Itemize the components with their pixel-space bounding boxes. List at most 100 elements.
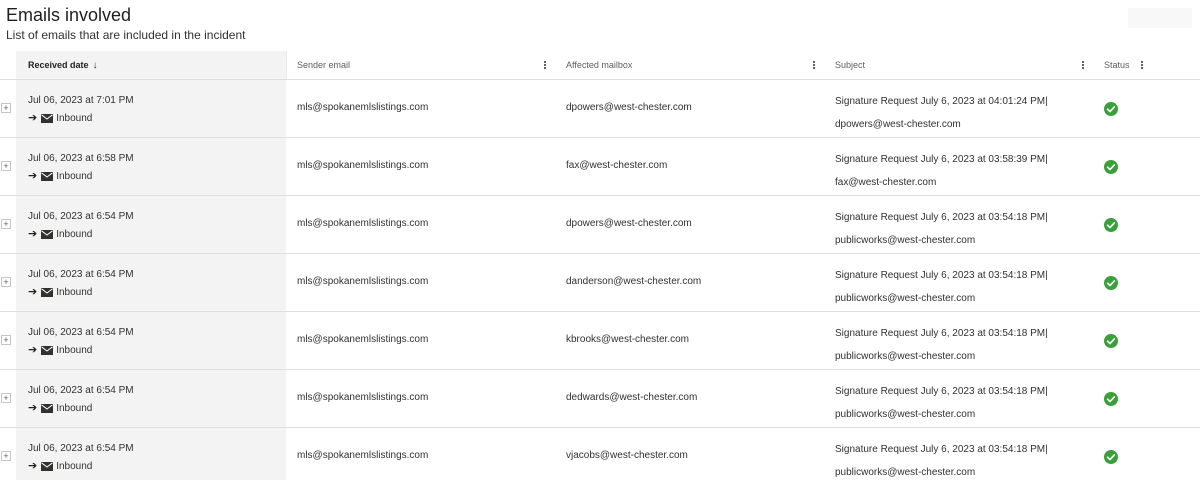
subject: Signature Request July 6, 2023 at 03:54:… bbox=[835, 328, 1048, 362]
mail-icon bbox=[41, 461, 54, 471]
direction: ➔ Inbound bbox=[28, 228, 92, 240]
table-row[interactable]: + Jul 06, 2023 at 6:54 PM ➔ Inbound mls@… bbox=[0, 370, 1200, 428]
affected-mailbox: dedwards@west-chester.com bbox=[566, 392, 698, 403]
emails-table: Received date ↓ Sender email Affected mai… bbox=[0, 51, 1200, 480]
received-date: Jul 06, 2023 at 6:54 PM bbox=[28, 327, 134, 338]
mail-icon bbox=[41, 113, 54, 123]
sender-email: mls@spokanemlslistings.com bbox=[297, 102, 429, 113]
column-header-label: Sender email bbox=[297, 60, 351, 70]
page-subtitle: List of emails that are included in the … bbox=[6, 28, 246, 42]
direction-label: Inbound bbox=[56, 112, 93, 124]
arrow-right-icon: ➔ bbox=[28, 228, 38, 240]
column-menu-icon[interactable] bbox=[1078, 58, 1088, 72]
toolbar-placeholder bbox=[1128, 8, 1192, 28]
direction-label: Inbound bbox=[56, 228, 93, 240]
emails-involved-panel: Emails involved List of emails that are … bbox=[0, 0, 1200, 480]
subject: Signature Request July 6, 2023 at 03:54:… bbox=[835, 444, 1048, 478]
arrow-right-icon: ➔ bbox=[28, 170, 38, 182]
subject: Signature Request July 6, 2023 at 03:58:… bbox=[835, 154, 1048, 188]
subject: Signature Request July 6, 2023 at 03:54:… bbox=[835, 386, 1048, 420]
received-date: Jul 06, 2023 at 7:01 PM bbox=[28, 95, 134, 106]
direction-label: Inbound bbox=[56, 344, 93, 356]
check-circle-icon bbox=[1104, 334, 1118, 348]
subject: Signature Request July 6, 2023 at 03:54:… bbox=[835, 270, 1048, 304]
mail-icon bbox=[41, 403, 54, 413]
received-date: Jul 06, 2023 at 6:58 PM bbox=[28, 153, 134, 164]
affected-mailbox: fax@west-chester.com bbox=[566, 160, 668, 171]
check-circle-icon bbox=[1104, 450, 1118, 464]
sender-email: mls@spokanemlslistings.com bbox=[297, 334, 429, 345]
subject: Signature Request July 6, 2023 at 04:01:… bbox=[835, 96, 1048, 130]
expand-row-icon[interactable]: + bbox=[1, 277, 11, 287]
table-row[interactable]: + Jul 06, 2023 at 6:54 PM ➔ Inbound mls@… bbox=[0, 196, 1200, 254]
affected-mailbox: kbrooks@west-chester.com bbox=[566, 334, 689, 345]
check-circle-icon bbox=[1104, 160, 1118, 174]
affected-mailbox: danderson@west-chester.com bbox=[566, 276, 702, 287]
column-header-subject[interactable]: Subject bbox=[835, 51, 865, 79]
affected-mailbox: dpowers@west-chester.com bbox=[566, 102, 692, 113]
direction-label: Inbound bbox=[56, 286, 93, 298]
direction-label: Inbound bbox=[56, 460, 93, 472]
check-circle-icon bbox=[1104, 276, 1118, 290]
sort-descending-icon[interactable]: ↓ bbox=[93, 60, 98, 71]
direction-label: Inbound bbox=[56, 170, 93, 182]
panel-header: Emails involved List of emails that are … bbox=[6, 4, 245, 42]
direction: ➔ Inbound bbox=[28, 402, 92, 414]
column-header-label: Status bbox=[1104, 60, 1130, 70]
received-date: Jul 06, 2023 at 6:54 PM bbox=[28, 385, 134, 396]
direction-label: Inbound bbox=[56, 402, 93, 414]
column-header-label: Subject bbox=[835, 60, 866, 70]
mail-icon bbox=[41, 171, 54, 181]
expand-row-icon[interactable]: + bbox=[1, 219, 11, 229]
table-header: Received date ↓ Sender email Affected mai… bbox=[0, 51, 1200, 80]
arrow-right-icon: ➔ bbox=[28, 112, 38, 124]
check-circle-icon bbox=[1104, 392, 1118, 406]
sender-email: mls@spokanemlslistings.com bbox=[297, 218, 429, 229]
subject: Signature Request July 6, 2023 at 03:54:… bbox=[835, 212, 1048, 246]
table-row[interactable]: + Jul 06, 2023 at 6:54 PM ➔ Inbound mls@… bbox=[0, 312, 1200, 370]
affected-mailbox: vjacobs@west-chester.com bbox=[566, 450, 688, 461]
direction: ➔ Inbound bbox=[28, 112, 92, 124]
sender-email: mls@spokanemlslistings.com bbox=[297, 392, 429, 403]
arrow-right-icon: ➔ bbox=[28, 460, 38, 472]
expand-row-icon[interactable]: + bbox=[1, 161, 11, 171]
page-title: Emails involved bbox=[6, 5, 132, 25]
column-header-received-date[interactable]: Received date ↓ bbox=[28, 51, 98, 79]
mail-icon bbox=[41, 287, 54, 297]
expand-row-icon[interactable]: + bbox=[1, 451, 11, 461]
sender-email: mls@spokanemlslistings.com bbox=[297, 160, 429, 171]
received-date: Jul 06, 2023 at 6:54 PM bbox=[28, 211, 134, 222]
direction: ➔ Inbound bbox=[28, 344, 92, 356]
column-header-status[interactable]: Status bbox=[1104, 51, 1130, 79]
arrow-right-icon: ➔ bbox=[28, 286, 38, 298]
table-row[interactable]: + Jul 06, 2023 at 6:58 PM ➔ Inbound mls@… bbox=[0, 138, 1200, 196]
table-row[interactable]: + Jul 06, 2023 at 7:01 PM ➔ Inbound mls@… bbox=[0, 80, 1200, 138]
table-row[interactable]: + Jul 06, 2023 at 6:54 PM ➔ Inbound mls@… bbox=[0, 254, 1200, 312]
direction: ➔ Inbound bbox=[28, 286, 92, 298]
column-divider[interactable] bbox=[286, 51, 287, 79]
sender-email: mls@spokanemlslistings.com bbox=[297, 450, 429, 461]
check-circle-icon bbox=[1104, 218, 1118, 232]
affected-mailbox: dpowers@west-chester.com bbox=[566, 218, 692, 229]
column-menu-icon[interactable] bbox=[809, 58, 819, 72]
sender-email: mls@spokanemlslistings.com bbox=[297, 276, 429, 287]
mail-icon bbox=[41, 229, 54, 239]
mail-icon bbox=[41, 345, 54, 355]
arrow-right-icon: ➔ bbox=[28, 344, 38, 356]
expand-row-icon[interactable]: + bbox=[1, 103, 11, 113]
received-date: Jul 06, 2023 at 6:54 PM bbox=[28, 269, 134, 280]
column-header-affected-mailbox[interactable]: Affected mailbox bbox=[566, 51, 632, 79]
column-menu-icon[interactable] bbox=[1137, 58, 1147, 72]
expand-row-icon[interactable]: + bbox=[1, 335, 11, 345]
expand-row-icon[interactable]: + bbox=[1, 393, 11, 403]
column-header-label: Affected mailbox bbox=[566, 60, 633, 70]
table-row[interactable]: + Jul 06, 2023 at 6:54 PM ➔ Inbound mls@… bbox=[0, 428, 1200, 480]
direction: ➔ Inbound bbox=[28, 460, 92, 472]
arrow-right-icon: ➔ bbox=[28, 402, 38, 414]
direction: ➔ Inbound bbox=[28, 170, 92, 182]
column-header-sender-email[interactable]: Sender email bbox=[297, 51, 350, 79]
column-menu-icon[interactable] bbox=[540, 58, 550, 72]
received-date: Jul 06, 2023 at 6:54 PM bbox=[28, 443, 134, 454]
column-header-label: Received date bbox=[28, 60, 89, 70]
check-circle-icon bbox=[1104, 102, 1118, 116]
